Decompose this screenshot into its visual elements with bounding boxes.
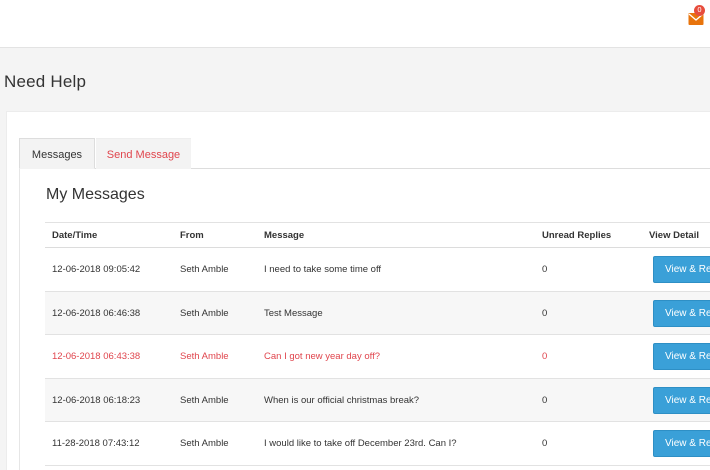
top-bar: 0: [0, 0, 710, 48]
view-reply-button[interactable]: View & Reply: [653, 343, 710, 370]
cell-datetime: 12-06-2018 06:18:23: [52, 394, 141, 406]
cell-from: Seth Amble: [180, 351, 229, 362]
section-title: My Messages: [46, 186, 145, 203]
cell-unread-replies: 0: [542, 394, 548, 406]
cell-from: Seth Amble: [180, 307, 229, 319]
cell-datetime: 12-06-2018 06:46:38: [52, 307, 141, 319]
tab-messages[interactable]: Messages: [19, 138, 95, 169]
cell-message: I need to take some time off: [264, 264, 382, 275]
cell-datetime: 12-06-2018 06:43:38: [52, 351, 141, 362]
cell-unread-replies: 0: [542, 351, 548, 362]
cell-datetime: 11-28-2018 07:43:12: [52, 438, 140, 449]
table-row: 11-28-2018 07:43:12 Seth Amble I would l…: [45, 422, 710, 466]
cell-message: I would like to take off December 23rd. …: [264, 438, 457, 449]
cell-unread-replies: 0: [542, 438, 548, 449]
column-header-view-detail: View Detail: [649, 230, 699, 241]
cell-from: Seth Amble: [180, 438, 229, 449]
cell-datetime: 12-06-2018 09:05:42: [52, 264, 141, 275]
cell-from: Seth Amble: [180, 264, 229, 275]
column-header-message: Message: [264, 230, 305, 241]
table-row: 12-06-2018 09:05:42 Seth Amble I need to…: [45, 248, 710, 292]
column-header-datetime: Date/Time: [52, 230, 98, 241]
table-body: 12-06-2018 09:05:42 Seth Amble I need to…: [45, 248, 710, 466]
cell-from: Seth Amble: [180, 394, 229, 406]
cell-message: Can I got new year day off?: [264, 351, 381, 362]
view-reply-button[interactable]: View & Reply: [653, 299, 710, 327]
view-reply-button[interactable]: View & Reply: [653, 256, 710, 283]
cell-unread-replies: 0: [542, 264, 548, 275]
notification-badge: 0: [694, 5, 705, 16]
view-reply-button[interactable]: View & Reply: [653, 430, 710, 457]
cell-message: When is our official christmas break?: [264, 394, 420, 406]
column-header-unread-replies: Unread Replies: [542, 230, 612, 241]
cell-unread-replies: 0: [542, 307, 548, 319]
messages-table: Date/Time From Message Unread Replies Vi…: [45, 222, 710, 466]
table-row: 12-06-2018 06:43:38 Seth Amble Can I got…: [45, 335, 710, 379]
page-title: Need Help: [4, 72, 87, 91]
cell-message: Test Message: [264, 307, 323, 319]
view-reply-button[interactable]: View & Reply: [653, 386, 710, 414]
table-row: 12-06-2018 06:46:38 Seth Amble Test Mess…: [45, 291, 710, 335]
table-header: Date/Time From Message Unread Replies Vi…: [45, 222, 710, 248]
table-row: 12-06-2018 06:18:23 Seth Amble When is o…: [45, 378, 710, 422]
column-header-from: From: [180, 230, 204, 241]
tab-send-message[interactable]: Send Message: [96, 138, 191, 169]
tab-bar: Messages Send Message: [19, 138, 710, 169]
